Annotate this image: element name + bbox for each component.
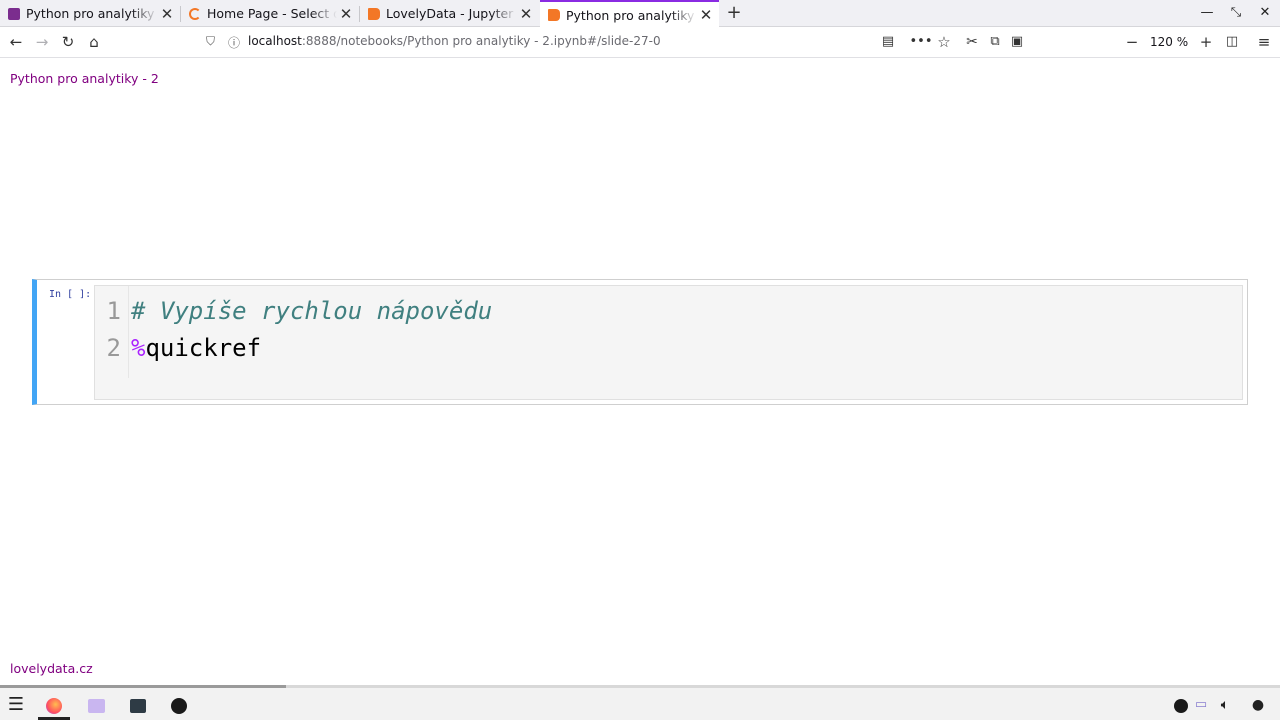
files-folder-icon[interactable] [85, 694, 107, 716]
url-bar[interactable]: ⛉ ⓘ localhost:8888/notebooks/Python pro … [200, 30, 908, 55]
notebook-icon [548, 9, 560, 21]
info-icon[interactable]: ⓘ [228, 34, 240, 51]
volume-icon[interactable]: 🔈︎ [1214, 694, 1236, 716]
code-statement: %quickref [131, 334, 261, 362]
screen-tray-icon[interactable]: ▭ [1190, 694, 1212, 716]
obs-tray-icon[interactable] [1170, 694, 1192, 716]
tab-title: LovelyData - Jupyter N [386, 6, 517, 21]
slide-content: Python pro analytiky - 2 In [ ]: 1 # Vyp… [0, 59, 1280, 685]
os-taskbar: ☰ ▭ 🔈︎ ● [0, 688, 1280, 720]
shield-icon[interactable]: ⛉ [206, 34, 215, 49]
url-host: localhost [248, 34, 302, 48]
obs-icon[interactable] [168, 694, 190, 716]
navigation-toolbar: ← → ↻ ⌂ ⛉ ⓘ localhost:8888/notebooks/Pyt… [0, 27, 1280, 58]
cut-icon[interactable]: ✂ [960, 31, 984, 53]
tab-python-pro-analytiky-1[interactable]: Python pro analytiky | L ✕ [0, 0, 180, 27]
tab-title: Python pro analytiky | L [26, 6, 158, 21]
more-actions-icon[interactable]: ••• [909, 31, 933, 53]
minimize-icon[interactable]: — [1197, 3, 1217, 23]
zoom-level[interactable]: 120 % [1150, 35, 1188, 49]
window-close-icon[interactable]: ✕ [1255, 3, 1275, 23]
code-editor[interactable]: 1 # Vypíše rychlou nápovědu 2 %quickref [94, 285, 1243, 400]
jupyter-purple-icon [8, 7, 20, 20]
jupyter-orange-icon [189, 7, 201, 20]
zoom-out-icon[interactable]: − [1120, 31, 1144, 53]
reload-icon[interactable]: ↻ [56, 31, 80, 53]
app-menu-icon[interactable]: ☰ [5, 694, 27, 716]
home-icon[interactable]: ⌂ [82, 31, 106, 53]
notebook-icon [368, 7, 380, 20]
sidebar-icon[interactable]: ◫ [1220, 31, 1244, 53]
zoom-in-icon[interactable]: + [1194, 31, 1218, 53]
tab-lovelydata-jupyter[interactable]: LovelyData - Jupyter N ✕ [360, 0, 539, 27]
code-line[interactable]: 2 %quickref [95, 334, 1195, 371]
restore-icon[interactable]: ⤡ [1226, 3, 1246, 23]
tab-title: Python pro analytiky - 2 [566, 7, 697, 23]
paste-icon[interactable]: ▣ [1005, 31, 1029, 53]
cell-prompt: In [ ]: [49, 289, 92, 300]
tab-strip: Python pro analytiky | L ✕ Home Page - S… [0, 0, 1280, 28]
url-text[interactable]: localhost:8888/notebooks/Python pro anal… [248, 34, 661, 48]
magic-command: quickref [145, 334, 262, 362]
tab-python-pro-analytiky-2[interactable]: Python pro analytiky - 2 ✕ [540, 0, 719, 28]
firefox-icon[interactable] [43, 694, 65, 716]
close-icon[interactable]: ✕ [697, 6, 715, 24]
line-number: 1 [106, 297, 121, 325]
footer-link[interactable]: lovelydata.cz [10, 661, 93, 676]
power-icon[interactable]: ● [1247, 694, 1269, 716]
url-path: :8888/notebooks/Python pro analytiky - 2… [301, 34, 661, 48]
tab-title: Home Page - Select or c [207, 6, 337, 21]
bookmark-star-icon[interactable]: ☆ [932, 31, 956, 53]
reader-view-icon[interactable]: ▤ [876, 31, 900, 53]
hamburger-menu-icon[interactable]: ≡ [1252, 31, 1276, 53]
code-comment: # Vypíše rychlou nápovědu [131, 297, 493, 325]
slide-header-title[interactable]: Python pro analytiky - 2 [10, 71, 159, 86]
code-line[interactable]: 1 # Vypíše rychlou nápovědu [95, 297, 1195, 334]
magic-prefix: % [131, 334, 146, 362]
close-icon[interactable]: ✕ [158, 5, 176, 23]
line-number: 2 [106, 334, 121, 362]
code-cell[interactable]: In [ ]: 1 # Vypíše rychlou nápovědu 2 %q… [32, 279, 1248, 405]
copy-icon[interactable]: ⧉ [983, 31, 1007, 53]
forward-arrow-icon[interactable]: → [30, 31, 54, 53]
close-icon[interactable]: ✕ [517, 5, 535, 23]
close-icon[interactable]: ✕ [337, 5, 355, 23]
back-arrow-icon[interactable]: ← [4, 31, 28, 53]
new-tab-plus-icon[interactable]: + [724, 2, 744, 24]
tab-home-page[interactable]: Home Page - Select or c ✕ [181, 0, 359, 27]
terminal-icon[interactable] [127, 694, 149, 716]
